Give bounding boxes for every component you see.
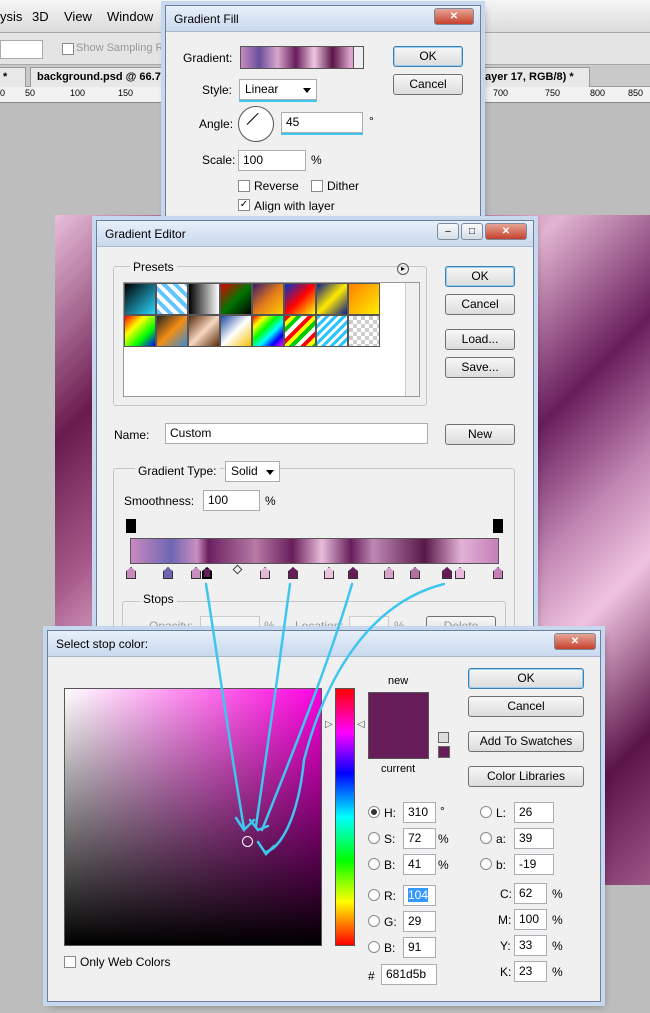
annotation-arrow [264, 582, 446, 854]
annotation-arrow [254, 582, 292, 828]
annotation-arrows [204, 582, 446, 856]
annotation-arrow [260, 582, 354, 832]
arrow-head [256, 840, 276, 856]
annotation-arrow [204, 582, 246, 830]
